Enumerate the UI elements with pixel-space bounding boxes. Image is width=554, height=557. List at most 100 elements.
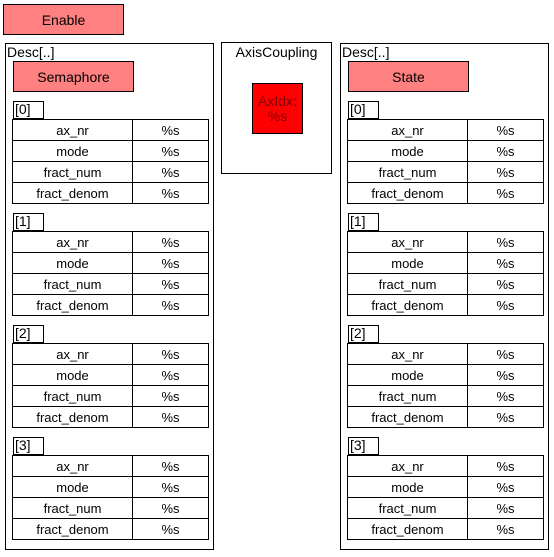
table-row: ax_nr %s xyxy=(347,231,544,253)
field-value: %s xyxy=(467,294,544,316)
field-value: %s xyxy=(132,252,209,274)
descriptor-fields-table: ax_nr %s mode %s fract_num %s fract_denom %s xyxy=(12,119,209,204)
field-value: %s xyxy=(467,476,544,498)
group-index-label: [2] xyxy=(13,325,44,343)
field-value: %s xyxy=(132,119,209,141)
table-row: fract_num %s xyxy=(12,497,209,519)
table-row: ax_nr %s xyxy=(12,231,209,253)
table-row: mode %s xyxy=(12,252,209,274)
field-name: fract_num xyxy=(12,273,133,295)
field-value: %s xyxy=(132,294,209,316)
group-index-label: [1] xyxy=(348,213,379,231)
state-desc-panel: Desc[..] State [0] ax_nr %s mode %s fract_num… xyxy=(340,43,549,550)
field-name: fract_num xyxy=(347,497,468,519)
field-name: fract_denom xyxy=(12,294,133,316)
panel-title: Desc[..] xyxy=(7,44,55,60)
field-value: %s xyxy=(467,231,544,253)
field-value: %s xyxy=(132,518,209,540)
field-value: %s xyxy=(467,140,544,162)
field-value: %s xyxy=(132,273,209,295)
field-name: fract_num xyxy=(12,385,133,407)
field-value: %s xyxy=(132,455,209,477)
table-row: fract_num %s xyxy=(12,273,209,295)
field-value: %s xyxy=(467,182,544,204)
field-name: fract_num xyxy=(12,497,133,519)
state-button[interactable]: State xyxy=(348,61,469,92)
field-name: fract_num xyxy=(12,161,133,183)
table-row: mode %s xyxy=(347,476,544,498)
field-name: fract_denom xyxy=(347,518,468,540)
table-row: fract_num %s xyxy=(12,385,209,407)
descriptor-fields-table: ax_nr %s mode %s fract_num %s fract_denom %s xyxy=(12,343,209,428)
table-row: fract_denom %s xyxy=(12,406,209,428)
field-name: fract_denom xyxy=(12,406,133,428)
table-row: fract_denom %s xyxy=(347,182,544,204)
axis-coupling-title: AxisCoupling xyxy=(235,44,318,60)
field-name: mode xyxy=(347,476,468,498)
descriptor-fields-table: ax_nr %s mode %s fract_num %s fract_denom %s xyxy=(347,231,544,316)
field-name: fract_denom xyxy=(12,518,133,540)
field-name: mode xyxy=(12,476,133,498)
table-row: ax_nr %s xyxy=(12,119,209,141)
table-row: mode %s xyxy=(347,252,544,274)
table-row: fract_num %s xyxy=(347,385,544,407)
field-value: %s xyxy=(132,476,209,498)
descriptor-fields-table: ax_nr %s mode %s fract_num %s fract_denom %s xyxy=(12,455,209,540)
group-index-label: [3] xyxy=(348,437,379,455)
field-value: %s xyxy=(132,343,209,365)
field-value: %s xyxy=(132,231,209,253)
table-row: fract_denom %s xyxy=(347,406,544,428)
field-value: %s xyxy=(132,182,209,204)
field-name: fract_denom xyxy=(347,294,468,316)
field-value: %s xyxy=(467,119,544,141)
group-index-label: [0] xyxy=(13,101,44,119)
table-row: fract_denom %s xyxy=(347,294,544,316)
semaphore-desc-panel: Desc[..] Semaphore [0] ax_nr %s mode %s fract… xyxy=(5,43,214,550)
field-name: ax_nr xyxy=(12,455,133,477)
table-row: ax_nr %s xyxy=(12,343,209,365)
field-value: %s xyxy=(132,406,209,428)
field-value: %s xyxy=(467,385,544,407)
group-index-label: [1] xyxy=(13,213,44,231)
field-name: fract_num xyxy=(347,385,468,407)
field-name: fract_denom xyxy=(347,406,468,428)
table-row: fract_denom %s xyxy=(347,518,544,540)
field-name: ax_nr xyxy=(12,119,133,141)
field-name: ax_nr xyxy=(347,231,468,253)
field-name: fract_denom xyxy=(347,182,468,204)
table-row: mode %s xyxy=(12,140,209,162)
field-name: mode xyxy=(12,140,133,162)
descriptor-fields-table: ax_nr %s mode %s fract_num %s fract_denom %s xyxy=(347,119,544,204)
table-row: ax_nr %s xyxy=(12,455,209,477)
field-value: %s xyxy=(132,364,209,386)
field-name: ax_nr xyxy=(347,343,468,365)
descriptor-fields-table: ax_nr %s mode %s fract_num %s fract_denom %s xyxy=(12,231,209,316)
field-value: %s xyxy=(132,385,209,407)
field-name: mode xyxy=(347,252,468,274)
group-index-label: [0] xyxy=(348,101,379,119)
table-row: mode %s xyxy=(347,140,544,162)
descriptor-fields-table: ax_nr %s mode %s fract_num %s fract_denom %s xyxy=(347,343,544,428)
field-name: fract_num xyxy=(347,161,468,183)
enable-button[interactable]: Enable xyxy=(3,4,124,35)
field-value: %s xyxy=(132,497,209,519)
field-name: fract_num xyxy=(347,273,468,295)
field-value: %s xyxy=(467,497,544,519)
group-index-label: [3] xyxy=(13,437,44,455)
descriptor-fields-table: ax_nr %s mode %s fract_num %s fract_denom %s xyxy=(347,455,544,540)
field-value: %s xyxy=(467,252,544,274)
field-value: %s xyxy=(132,140,209,162)
table-row: ax_nr %s xyxy=(347,119,544,141)
field-name: mode xyxy=(12,252,133,274)
panel-title: Desc[..] xyxy=(342,44,390,60)
axis-index-label: AxIdx: xyxy=(258,92,297,109)
field-value: %s xyxy=(467,273,544,295)
field-name: ax_nr xyxy=(347,119,468,141)
field-value: %s xyxy=(467,343,544,365)
semaphore-button[interactable]: Semaphore xyxy=(13,61,134,92)
table-row: fract_num %s xyxy=(347,161,544,183)
field-name: ax_nr xyxy=(12,343,133,365)
axis-index-indicator: AxIdx: %s xyxy=(252,83,303,134)
field-name: ax_nr xyxy=(347,455,468,477)
field-value: %s xyxy=(467,455,544,477)
